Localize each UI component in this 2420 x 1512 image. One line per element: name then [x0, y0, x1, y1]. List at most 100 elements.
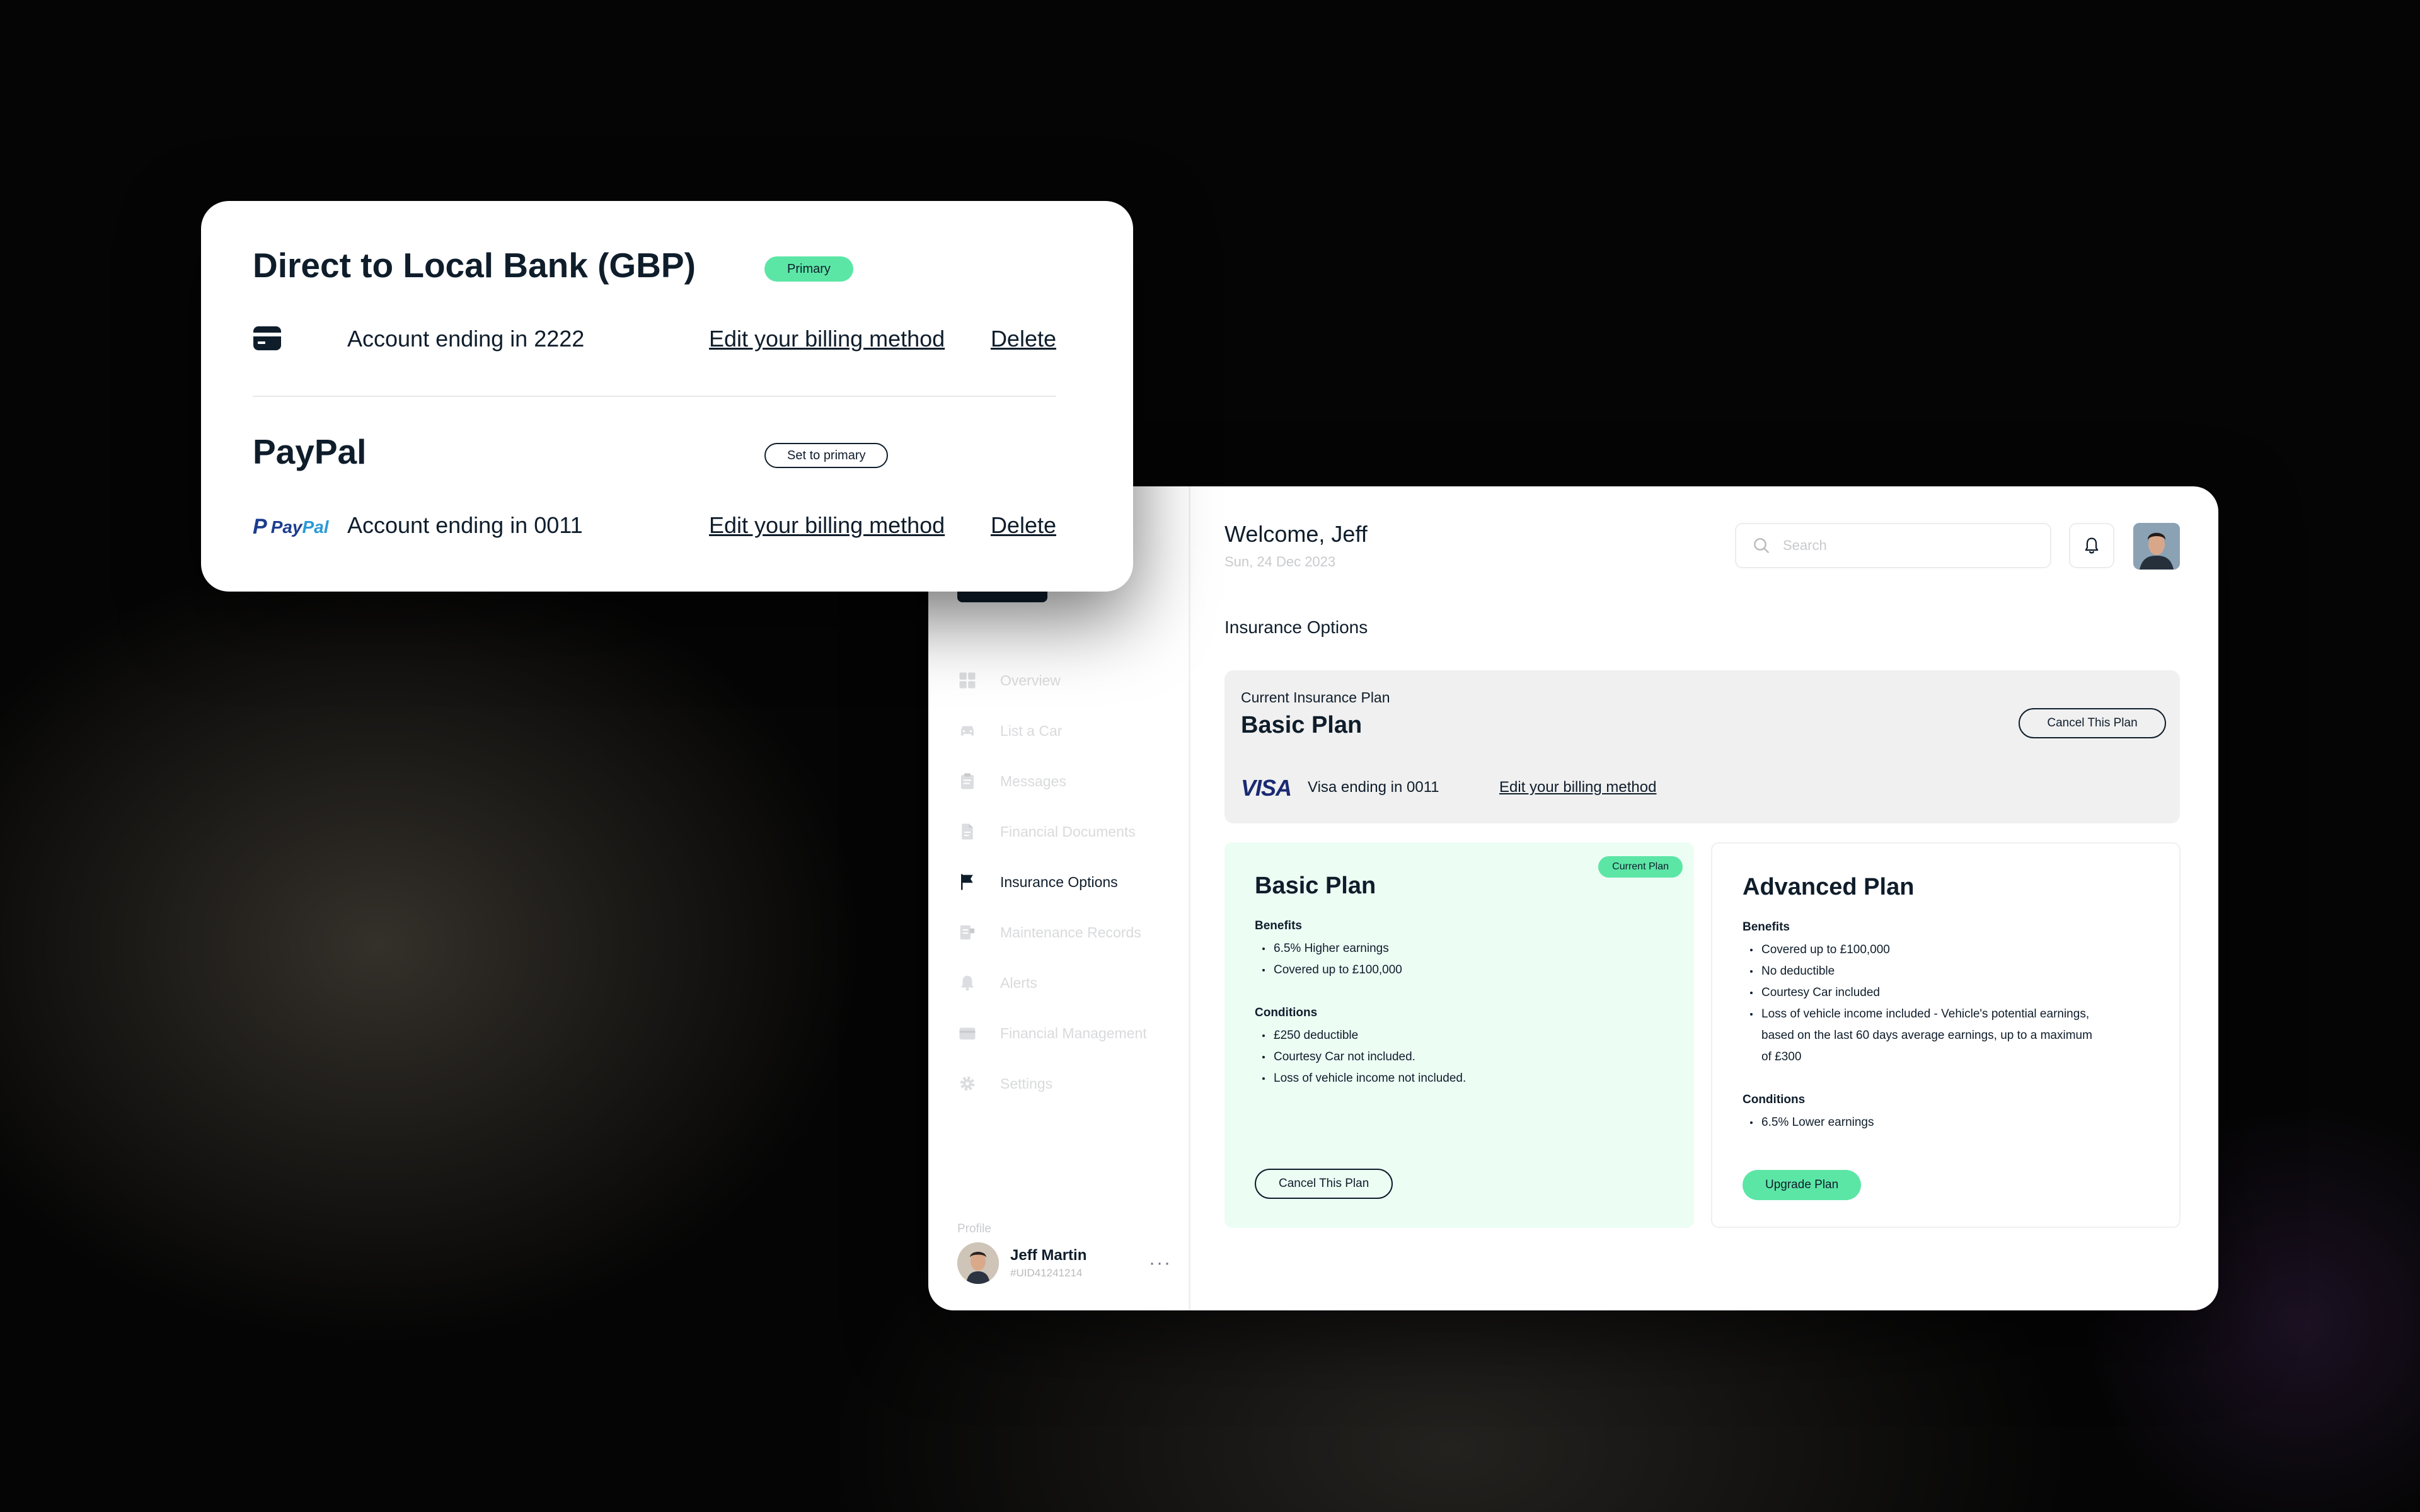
sidebar-nav: Overview List a Car Messages Financial D… — [957, 655, 1184, 1109]
list-item: Courtesy Car included — [1743, 982, 2095, 1004]
dashboard-window: Overview List a Car Messages Financial D… — [928, 486, 2218, 1310]
conditions-list: 6.5% Lower earnings — [1743, 1112, 2121, 1133]
notifications-button[interactable] — [2069, 523, 2114, 568]
sidebar-item-label: Insurance Options — [1000, 873, 1118, 890]
edit-billing-link[interactable]: Edit your billing method — [709, 512, 945, 539]
current-plan-badge: Current Plan — [1598, 856, 1683, 878]
sidebar-item-insurance-options[interactable]: Insurance Options — [957, 857, 1184, 907]
conditions-heading: Conditions — [1743, 1093, 1806, 1106]
list-item: No deductible — [1743, 961, 2095, 982]
list-item: Covered up to £100,000 — [1255, 959, 1633, 981]
divider — [253, 396, 1056, 397]
edit-billing-link[interactable]: Edit your billing method — [709, 326, 945, 352]
sidebar-item-label: Overview — [1000, 672, 1061, 689]
profile-row[interactable]: Jeff Martin #UID41241214 ··· — [957, 1242, 1172, 1284]
sidebar: Overview List a Car Messages Financial D… — [928, 486, 1190, 1310]
primary-badge: Primary — [764, 256, 853, 282]
set-primary-button[interactable]: Set to primary — [764, 443, 889, 468]
sidebar-item-list-a-car[interactable]: List a Car — [957, 706, 1184, 756]
profile-uid: #UID41241214 — [1010, 1267, 1083, 1279]
wallet-icon — [957, 1023, 977, 1043]
current-date: Sun, 24 Dec 2023 — [1224, 554, 1336, 570]
sidebar-item-maintenance-records[interactable]: Maintenance Records — [957, 907, 1184, 958]
basic-plan-card: Basic Plan Current Plan Benefits 6.5% Hi… — [1224, 842, 1694, 1228]
profile-section: Profile Jeff Martin #UID41241214 ··· — [957, 1222, 1172, 1284]
card-ending-text: Visa ending in 0011 — [1308, 779, 1439, 796]
sidebar-item-settings[interactable]: Settings — [957, 1058, 1184, 1109]
sidebar-item-label: Financial Documents — [1000, 823, 1136, 840]
profile-caption: Profile — [957, 1222, 991, 1235]
delete-link[interactable]: Delete — [991, 326, 1056, 352]
benefits-list: Covered up to £100,000 No deductible Cou… — [1743, 939, 2095, 1068]
conditions-heading: Conditions — [1255, 1006, 1318, 1019]
car-icon — [957, 721, 977, 741]
list-item: 6.5% Lower earnings — [1743, 1112, 2121, 1133]
account-ending-text: Account ending in 2222 — [347, 326, 585, 352]
records-icon — [957, 922, 977, 942]
profile-text: Jeff Martin #UID41241214 — [1010, 1247, 1149, 1280]
cancel-plan-button[interactable]: Cancel This Plan — [2019, 708, 2166, 738]
benefits-list: 6.5% Higher earnings Covered up to £100,… — [1255, 938, 1633, 981]
credit-card-icon — [253, 326, 282, 351]
flag-icon — [957, 872, 977, 892]
sidebar-item-label: Settings — [1000, 1075, 1053, 1092]
sidebar-item-label: List a Car — [1000, 722, 1063, 739]
main-content: Welcome, Jeff Sun, 24 Dec 2023 Insurance… — [1224, 486, 2189, 1310]
plan-title: Basic Plan — [1255, 873, 1376, 899]
sidebar-item-label: Financial Management — [1000, 1024, 1147, 1041]
gear-icon — [957, 1074, 977, 1094]
cancel-plan-button[interactable]: Cancel This Plan — [1255, 1169, 1393, 1199]
sidebar-item-messages[interactable]: Messages — [957, 756, 1184, 806]
list-item: Courtesy Car not included. — [1255, 1046, 1633, 1068]
list-item: Loss of vehicle income included - Vehicl… — [1743, 1004, 2095, 1068]
conditions-list: £250 deductible Courtesy Car not include… — [1255, 1025, 1633, 1089]
paypal-logo-pay: Pay — [270, 517, 302, 537]
sidebar-item-overview[interactable]: Overview — [957, 655, 1184, 706]
sidebar-item-label: Messages — [1000, 772, 1066, 789]
paypal-mark: P — [253, 515, 267, 539]
list-item: Covered up to £100,000 — [1743, 939, 2095, 961]
benefits-heading: Benefits — [1255, 919, 1302, 932]
sidebar-item-label: Maintenance Records — [1000, 924, 1141, 941]
profile-name: Jeff Martin — [1010, 1247, 1087, 1264]
section-title: Insurance Options — [1224, 617, 1368, 637]
bell-icon — [2085, 537, 2099, 554]
sidebar-item-financial-management[interactable]: Financial Management — [957, 1008, 1184, 1058]
current-plan-label: Current Insurance Plan — [1241, 689, 1390, 706]
plan-details: Benefits Covered up to £100,000 No deduc… — [1743, 920, 2121, 1159]
sidebar-item-label: Alerts — [1000, 974, 1037, 991]
sidebar-item-financial-documents[interactable]: Financial Documents — [957, 806, 1184, 857]
bank-account-row: Account ending in 2222 Edit your billing… — [253, 319, 1056, 357]
edit-billing-link[interactable]: Edit your billing method — [1499, 779, 1656, 796]
current-plan-name: Basic Plan — [1241, 712, 1363, 738]
paypal-logo-pal: Pal — [302, 517, 329, 537]
bank-method-title: Direct to Local Bank (GBP) — [253, 246, 696, 285]
welcome-heading: Welcome, Jeff — [1224, 521, 1368, 547]
list-item: £250 deductible — [1255, 1025, 1633, 1046]
clipboard-icon — [957, 771, 977, 791]
avatar[interactable] — [957, 1242, 999, 1284]
list-item: Loss of vehicle income not included. — [1255, 1068, 1633, 1089]
grid-icon — [957, 670, 977, 690]
plan-title: Advanced Plan — [1743, 874, 1915, 900]
search-box[interactable] — [1735, 523, 2051, 568]
current-plan-panel: Current Insurance Plan Basic Plan Cancel… — [1224, 670, 2180, 823]
account-ending-text: Account ending in 0011 — [347, 512, 583, 538]
advanced-plan-card: Advanced Plan Benefits Covered up to £10… — [1711, 842, 2181, 1228]
document-icon — [957, 822, 977, 842]
paypal-logo: P Pay Pal — [253, 515, 329, 539]
plan-details: Benefits 6.5% Higher earnings Covered up… — [1255, 919, 1633, 1114]
delete-link[interactable]: Delete — [991, 512, 1056, 539]
paypal-method-title: PayPal — [253, 432, 367, 471]
visa-logo: VISA — [1241, 775, 1292, 801]
search-input[interactable] — [1782, 537, 2024, 554]
benefits-heading: Benefits — [1743, 920, 1790, 934]
sidebar-item-alerts[interactable]: Alerts — [957, 958, 1184, 1008]
bell-icon — [957, 973, 977, 993]
billing-methods-card: Direct to Local Bank (GBP) Primary Accou… — [201, 201, 1133, 592]
more-options-icon[interactable]: ··· — [1149, 1254, 1172, 1273]
user-avatar[interactable] — [2133, 523, 2180, 570]
upgrade-plan-button[interactable]: Upgrade Plan — [1743, 1170, 1862, 1200]
search-icon — [1754, 538, 1769, 553]
list-item: 6.5% Higher earnings — [1255, 938, 1633, 959]
